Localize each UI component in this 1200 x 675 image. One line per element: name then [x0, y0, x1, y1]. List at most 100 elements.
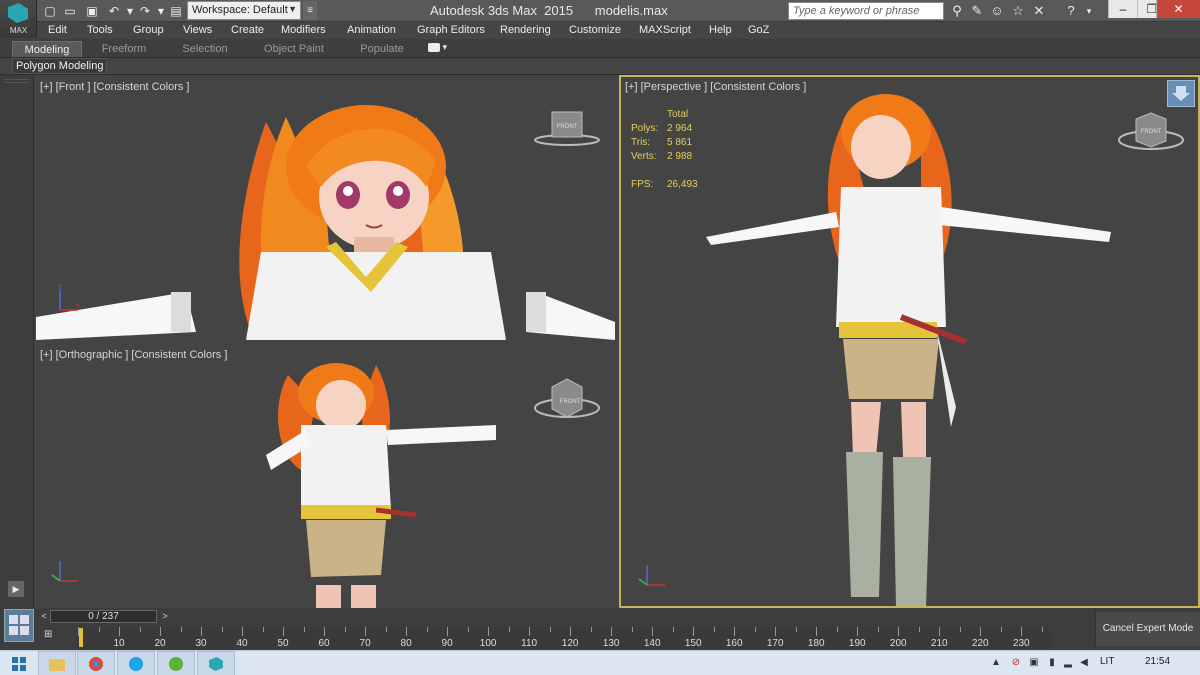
- timeline-tick: [795, 627, 797, 632]
- timeline-tick: [918, 627, 920, 632]
- menu-maxscript[interactable]: MAXScript: [639, 24, 691, 36]
- time-slider[interactable]: 0 / 237: [50, 610, 157, 623]
- time-prev-icon[interactable]: <: [38, 610, 50, 623]
- timeline-playhead[interactable]: [79, 628, 83, 647]
- ribbon-panel: Polygon Modeling: [0, 58, 1200, 75]
- favorites-icon[interactable]: ☆: [1009, 2, 1027, 20]
- timeline-tick-label: 60: [318, 638, 330, 649]
- viewport-perspective[interactable]: [+] [Perspective ] [Consistent Colors ] …: [619, 75, 1200, 608]
- timeline-tick: [980, 627, 982, 636]
- viewport-layouts-button[interactable]: [4, 609, 34, 642]
- tab-freeform[interactable]: Freeform: [94, 41, 154, 57]
- timeline-tick: [365, 627, 367, 636]
- tray-alert-icon[interactable]: ⊘: [1010, 657, 1022, 669]
- tab-modeling[interactable]: Modeling: [12, 41, 82, 57]
- workspace-value: Workspace: Default: [192, 4, 288, 16]
- tab-populate[interactable]: Populate: [352, 41, 412, 57]
- undo-icon[interactable]: ↶: [106, 2, 122, 19]
- menu-views[interactable]: Views: [183, 24, 212, 36]
- skype-icon[interactable]: [117, 651, 155, 675]
- network-icon[interactable]: ▂: [1062, 657, 1074, 669]
- menu-goz[interactable]: GoZ: [748, 24, 769, 36]
- help-dropdown-icon[interactable]: ▾: [1080, 2, 1098, 20]
- cancel-expert-mode-button[interactable]: Cancel Expert Mode: [1095, 612, 1200, 646]
- exchange-icon[interactable]: ✕: [1030, 2, 1048, 20]
- menu-rendering[interactable]: Rendering: [500, 24, 551, 36]
- menu-customize[interactable]: Customize: [569, 24, 621, 36]
- project-folder-icon[interactable]: ▤: [168, 2, 184, 19]
- timeline-tick: [611, 627, 613, 636]
- viewcube-icon[interactable]: FRONT: [1116, 107, 1186, 157]
- clock[interactable]: 21:54: [1145, 656, 1170, 667]
- timeline-tick-label: 130: [602, 638, 620, 649]
- timeline-tick-label: 170: [766, 638, 784, 649]
- tab-object-paint[interactable]: Object Paint: [257, 41, 331, 57]
- viewcube-icon[interactable]: FRONT: [532, 107, 602, 147]
- redo-dropdown-icon[interactable]: ▾: [153, 2, 169, 19]
- chrome-icon[interactable]: [77, 651, 115, 675]
- menu-create[interactable]: Create: [231, 24, 264, 36]
- timeline-tick-label: 40: [236, 638, 248, 649]
- timeline-track[interactable]: 10 20 30 40 50 60 70 80 90 100 110 120 130 140 150 160 1…: [78, 627, 1050, 649]
- menu-group[interactable]: Group: [133, 24, 164, 36]
- drag-grip[interactable]: [4, 79, 30, 83]
- download-arrow-icon[interactable]: [1167, 80, 1195, 107]
- workspace-menu-icon[interactable]: ≡: [303, 1, 317, 20]
- menu-help[interactable]: Help: [709, 24, 732, 36]
- minimize-button[interactable]: –: [1108, 0, 1137, 18]
- utorrent-icon[interactable]: [157, 651, 195, 675]
- time-next-icon[interactable]: >: [159, 610, 171, 623]
- polygon-modeling-panel[interactable]: Polygon Modeling: [12, 58, 108, 74]
- time-slider-bar: < 0 / 237 >: [0, 608, 1200, 625]
- axis-tripod-icon: [51, 561, 78, 582]
- timeline-tick: [734, 627, 736, 636]
- timeline-tick-label: 180: [807, 638, 825, 649]
- track-filter-icon[interactable]: ⊞: [44, 629, 64, 645]
- close-button[interactable]: ✕: [1156, 0, 1200, 18]
- menu-tools[interactable]: Tools: [87, 24, 113, 36]
- file-explorer-icon[interactable]: [38, 651, 76, 675]
- search-input[interactable]: Type a keyword or phrase: [788, 2, 944, 20]
- app-menu-button[interactable]: MAX: [0, 0, 37, 38]
- timeline-tick: [242, 627, 244, 636]
- open-file-icon[interactable]: ▭: [62, 2, 78, 19]
- ribbon-options-icon[interactable]: ▾: [428, 42, 452, 55]
- timeline-tick-label: 140: [643, 638, 661, 649]
- expand-arrow-icon[interactable]: ▶: [8, 581, 24, 597]
- user-icon[interactable]: ☺: [988, 2, 1006, 20]
- tray-expand-icon[interactable]: ▲: [990, 657, 1002, 669]
- timeline-tick-label: 10: [113, 638, 125, 649]
- timeline-tick: [447, 627, 449, 636]
- timeline-tick: [713, 627, 715, 632]
- track-bar[interactable]: ⊞ 10 20 30 40 50 60 70 80 90 100 110 120 130 140 150 16…: [0, 625, 1200, 650]
- workspace-select[interactable]: Workspace: Default ▼: [187, 1, 301, 20]
- redo-icon[interactable]: ↷: [137, 2, 153, 19]
- language-indicator[interactable]: LIT: [1100, 656, 1114, 667]
- 3dsmax-taskbar-icon[interactable]: [197, 651, 235, 675]
- volume-icon[interactable]: ◀: [1078, 657, 1090, 669]
- menu-edit[interactable]: Edit: [48, 24, 67, 36]
- timeline-tick: [1041, 627, 1043, 632]
- new-file-icon[interactable]: ▢: [42, 2, 58, 19]
- menu-graph-editors[interactable]: Graph Editors: [417, 24, 485, 36]
- viewport-orthographic[interactable]: [+] [Orthographic ] [Consistent Colors ]…: [36, 345, 615, 608]
- viewport-label-front[interactable]: [+] [Front ] [Consistent Colors ]: [40, 81, 189, 93]
- tab-selection[interactable]: Selection: [175, 41, 235, 57]
- help-icon[interactable]: ?: [1062, 2, 1080, 20]
- viewcube-icon[interactable]: FRONT: [532, 373, 602, 423]
- max-logo-icon: [8, 3, 28, 23]
- viewport-front[interactable]: [+] [Front ] [Consistent Colors ] FRONT …: [36, 77, 615, 340]
- viewport-label-perspective[interactable]: [+] [Perspective ] [Consistent Colors ]: [625, 81, 806, 93]
- menu-modifiers[interactable]: Modifiers: [281, 24, 326, 36]
- tray-battery-icon[interactable]: ▮: [1046, 657, 1058, 669]
- viewport-label-orthographic[interactable]: [+] [Orthographic ] [Consistent Colors ]: [40, 349, 227, 361]
- tools-icon[interactable]: ✎: [968, 2, 986, 20]
- undo-dropdown-icon[interactable]: ▾: [122, 2, 138, 19]
- timeline-tick: [119, 627, 120, 636]
- menu-animation[interactable]: Animation: [347, 24, 396, 36]
- tray-app-icon[interactable]: ▣: [1028, 657, 1040, 669]
- start-button[interactable]: [0, 651, 38, 675]
- save-icon[interactable]: ▣: [84, 2, 100, 19]
- binoculars-icon[interactable]: ⚲: [948, 2, 966, 20]
- orthographic-model-render: [266, 363, 496, 608]
